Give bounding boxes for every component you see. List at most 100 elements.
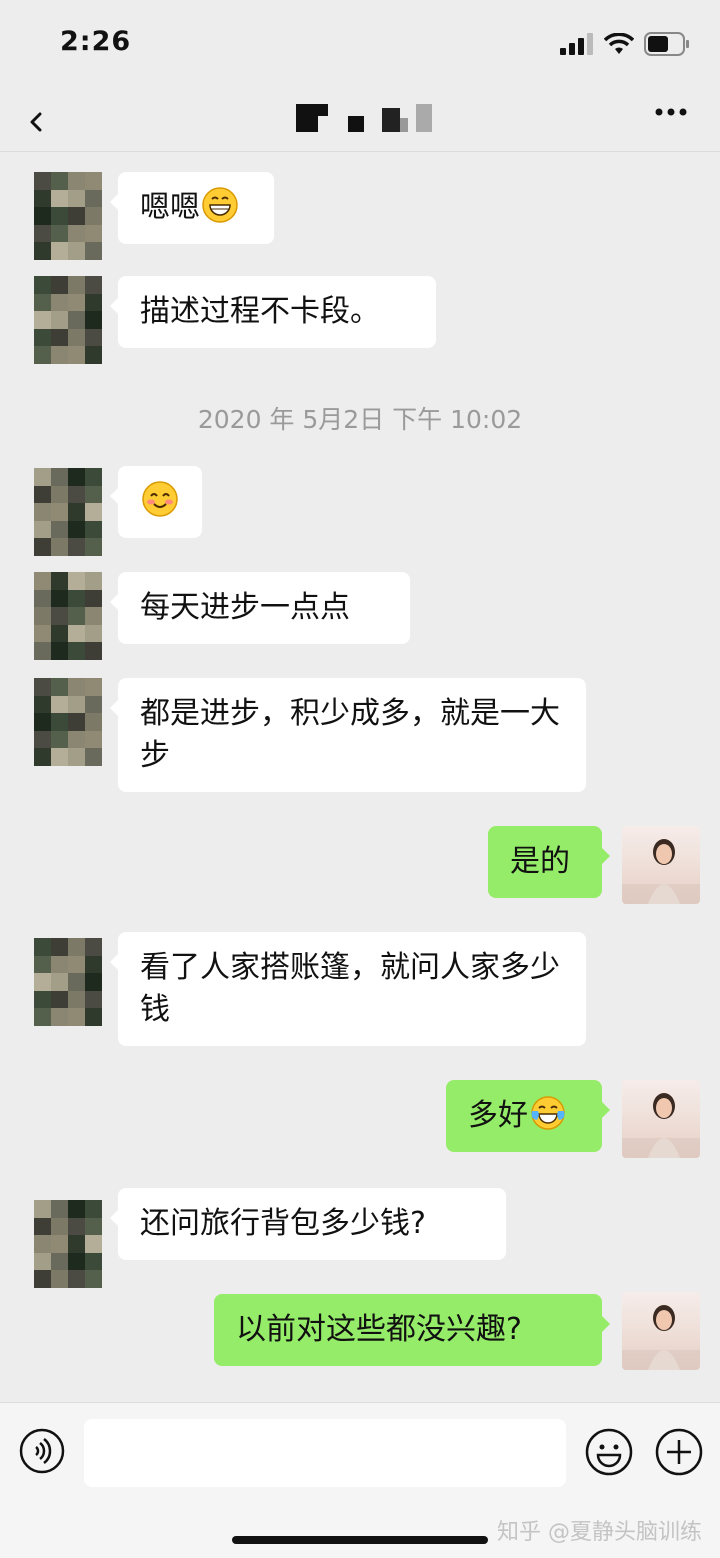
message-text: 看了人家搭账篷，就问人家多少钱 xyxy=(140,950,560,1027)
avatar-mosaic-tile xyxy=(34,346,51,364)
contact-avatar[interactable] xyxy=(34,1200,102,1288)
avatar-mosaic-tile xyxy=(34,503,51,521)
avatar-mosaic-tile xyxy=(85,990,102,1009)
avatar-mosaic-tile xyxy=(34,990,51,1009)
message-bubble[interactable]: 多好 xyxy=(446,1080,610,1152)
more-icon[interactable] xyxy=(654,100,688,124)
avatar-mosaic-tile xyxy=(51,1200,68,1218)
message-bubble[interactable]: 嗯嗯 xyxy=(110,172,274,244)
message-text: 以前对这些都没兴趣? xyxy=(236,1312,522,1347)
avatar-mosaic-tile xyxy=(68,990,85,1009)
avatar-mosaic-tile xyxy=(85,607,102,625)
contact-avatar[interactable] xyxy=(34,276,102,364)
avatar-mosaic-tile xyxy=(85,589,102,608)
avatar-mosaic-tile xyxy=(51,572,68,590)
status-icons xyxy=(560,32,690,56)
plus-icon[interactable] xyxy=(654,1427,704,1477)
avatar-mosaic-tile xyxy=(51,678,68,696)
message-bubble[interactable]: 描述过程不卡段。 xyxy=(110,276,436,348)
avatar-mosaic-tile xyxy=(34,1270,51,1288)
avatar-mosaic-tile xyxy=(51,730,68,749)
avatar-mosaic-tile xyxy=(68,678,85,696)
message-bubble[interactable] xyxy=(110,466,202,538)
avatar-mosaic-tile xyxy=(34,276,51,294)
avatar-mosaic-tile xyxy=(34,624,51,643)
avatar-mosaic-tile xyxy=(68,938,85,956)
avatar-mosaic-tile xyxy=(85,748,102,766)
avatar-mosaic-tile xyxy=(51,938,68,956)
chat-title-pixelated xyxy=(296,102,436,132)
avatar-mosaic-tile xyxy=(85,520,102,539)
avatar-mosaic-tile xyxy=(51,224,68,243)
avatar-mosaic-tile xyxy=(51,607,68,625)
avatar-mosaic-tile xyxy=(68,172,85,190)
avatar-mosaic-tile xyxy=(68,695,85,714)
avatar-mosaic-tile xyxy=(51,468,68,486)
avatar-mosaic-tile xyxy=(85,973,102,991)
avatar-mosaic-tile xyxy=(51,973,68,991)
message-bubble[interactable]: 还问旅行背包多少钱? xyxy=(110,1188,506,1260)
avatar-mosaic-tile xyxy=(85,224,102,243)
avatar-mosaic-tile xyxy=(51,624,68,643)
avatar-mosaic-tile xyxy=(68,1200,85,1218)
avatar-mosaic-tile xyxy=(85,1008,102,1026)
message-bubble[interactable]: 每天进步一点点 xyxy=(110,572,410,644)
contact-avatar[interactable] xyxy=(34,678,102,766)
avatar-mosaic-tile xyxy=(51,1235,68,1253)
message-text: 多好 xyxy=(468,1098,528,1133)
message-input[interactable] xyxy=(84,1419,566,1487)
avatar-mosaic-tile xyxy=(51,276,68,294)
avatar-mosaic-tile xyxy=(85,1217,102,1236)
contact-avatar[interactable] xyxy=(34,938,102,1026)
emoji-icon[interactable] xyxy=(584,1427,634,1477)
avatar-mosaic-tile xyxy=(68,293,85,312)
avatar-mosaic-tile xyxy=(51,990,68,1009)
avatar-mosaic-tile xyxy=(68,748,85,766)
avatar-mosaic-tile xyxy=(51,695,68,714)
avatar-mosaic-tile xyxy=(34,1235,51,1253)
avatar-mosaic-tile xyxy=(51,520,68,539)
avatar-mosaic-tile xyxy=(51,1270,68,1288)
message-bubble[interactable]: 是的 xyxy=(488,826,610,898)
avatar-mosaic-tile xyxy=(34,642,51,660)
avatar-mosaic-tile xyxy=(34,538,51,556)
contact-avatar[interactable] xyxy=(34,572,102,660)
avatar-mosaic-tile xyxy=(68,1235,85,1253)
chat-message-list[interactable]: 嗯嗯 描述过程不卡段。 2020 年 5月2日 下午 10:02 每天进步一点点… xyxy=(0,152,720,1402)
avatar-mosaic-tile xyxy=(68,468,85,486)
avatar-mosaic-tile xyxy=(51,1008,68,1026)
avatar-mosaic-tile xyxy=(68,589,85,608)
nav-bar xyxy=(0,90,720,152)
message-bubble[interactable]: 看了人家搭账篷，就问人家多少钱 xyxy=(110,932,586,1046)
avatar-mosaic-tile xyxy=(85,938,102,956)
my-avatar[interactable] xyxy=(622,1292,700,1370)
message-bubble[interactable]: 以前对这些都没兴趣? xyxy=(214,1294,610,1366)
message-bubble[interactable]: 都是进步，积少成多，就是一大步 xyxy=(110,678,586,792)
voice-icon[interactable] xyxy=(18,1427,66,1475)
avatar-mosaic-tile xyxy=(34,713,51,731)
avatar-mosaic-tile xyxy=(85,293,102,312)
contact-avatar[interactable] xyxy=(34,468,102,556)
contact-avatar[interactable] xyxy=(34,172,102,260)
avatar-mosaic-tile xyxy=(68,624,85,643)
chevron-left-icon[interactable] xyxy=(26,102,46,142)
avatar-mosaic-tile xyxy=(51,293,68,312)
avatar-mosaic-tile xyxy=(85,503,102,521)
battery-icon xyxy=(644,32,689,56)
my-avatar[interactable] xyxy=(622,826,700,904)
avatar-mosaic-tile xyxy=(85,695,102,714)
tears-of-joy-emoji-icon xyxy=(531,1096,565,1130)
avatar-mosaic-tile xyxy=(68,973,85,991)
avatar-mosaic-tile xyxy=(68,1217,85,1236)
avatar-mosaic-tile xyxy=(85,678,102,696)
avatar-mosaic-tile xyxy=(34,293,51,312)
avatar-mosaic-tile xyxy=(68,607,85,625)
avatar-mosaic-tile xyxy=(68,955,85,974)
avatar-mosaic-tile xyxy=(68,485,85,504)
my-avatar[interactable] xyxy=(622,1080,700,1158)
message-text: 嗯嗯 xyxy=(140,190,200,225)
avatar-mosaic-tile xyxy=(34,730,51,749)
message-text: 描述过程不卡段。 xyxy=(140,294,380,329)
avatar-mosaic-tile xyxy=(68,520,85,539)
avatar-mosaic-tile xyxy=(34,955,51,974)
